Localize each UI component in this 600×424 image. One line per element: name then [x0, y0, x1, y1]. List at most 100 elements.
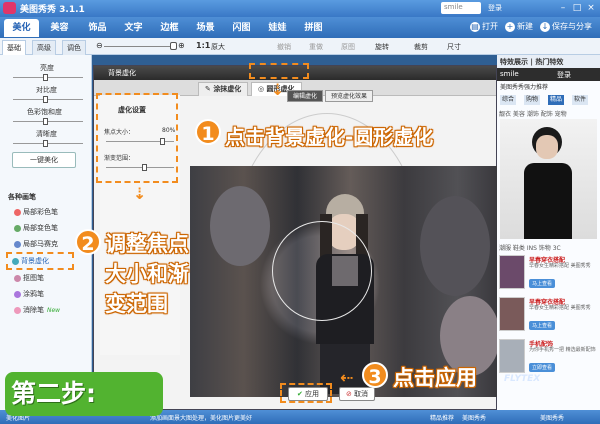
category-row[interactable]: 靓衣 美容 潮饰 配饰 宠物 — [499, 109, 567, 118]
save-share-button[interactable]: ↓ 保存与分享 — [540, 21, 592, 32]
effects-panel: 特效展示 | 热门特效 smile 登录 美图秀秀强力推荐 综合 购物 精品 软… — [497, 55, 600, 410]
close-icon[interactable]: × — [584, 2, 598, 14]
original-size-button[interactable]: 原大 — [211, 42, 225, 52]
highlight-blur-settings — [96, 93, 178, 183]
tab-text[interactable]: 文字 — [116, 19, 151, 37]
status-hint: 添加画面景大图处理，美化图片更美好 — [150, 415, 253, 422]
plus-icon: + — [505, 22, 515, 32]
reset-button[interactable]: 原图 — [341, 42, 355, 52]
recommend-user[interactable]: smile — [500, 70, 519, 78]
brush-label: 局部变色笔 — [23, 224, 58, 232]
new-badge: New — [47, 307, 61, 314]
arrow-down-icon: ⇣ — [271, 80, 285, 99]
promo-button[interactable]: 立即查看 — [529, 363, 556, 372]
tab-accessories[interactable]: 饰品 — [80, 19, 115, 37]
user-badge[interactable]: smile — [441, 2, 481, 14]
brush-mosaic[interactable]: 局部马赛克 — [14, 239, 58, 250]
login-link[interactable]: 登录 — [488, 3, 502, 13]
tab-shopping[interactable]: 购物 — [524, 95, 541, 105]
promo-button[interactable]: 马上查看 — [529, 279, 556, 288]
tab-scene[interactable]: 场景 — [188, 19, 223, 37]
tab-preview-blur[interactable]: 预览虚化效果 — [325, 90, 374, 102]
maximize-icon[interactable]: □ — [570, 2, 584, 14]
promo-card[interactable]: 早春穿衣搭配 早春女生精彩搭配 美图秀秀 马上查看 — [499, 297, 598, 333]
rotate-button[interactable]: 旋转 — [375, 42, 389, 52]
tab-smear-blur[interactable]: ✎ 涂抹虚化 — [198, 82, 249, 96]
highlight-apply-button — [280, 383, 332, 403]
main-toolbar: 美化 美容 饰品 文字 边框 场景 闪图 娃娃 拼图 ▤ 打开 + 新建 ↓ 保存与分… — [0, 17, 600, 38]
brush-local-color[interactable]: 局部彩色笔 — [14, 207, 58, 218]
status-app1[interactable]: 美图秀秀 — [462, 413, 486, 422]
step2-line2: 大小和渐 — [105, 262, 189, 286]
effects-header[interactable]: 特效展示 | 热门特效 — [497, 55, 600, 68]
contrast-slider[interactable] — [13, 96, 83, 103]
tab-overall[interactable]: 综合 — [500, 95, 517, 105]
cancel-button[interactable]: ⊘ 取消 — [339, 387, 375, 401]
cancel-label: 取消 — [354, 390, 369, 398]
tab-edit-blur[interactable]: 编辑虚化 — [287, 90, 324, 102]
tab-doll[interactable]: 娃娃 — [260, 19, 295, 37]
focus-circle[interactable] — [272, 221, 372, 321]
tab-border[interactable]: 边框 — [152, 19, 187, 37]
crop-button[interactable]: 裁剪 — [414, 42, 428, 52]
promo-button[interactable]: 马上查看 — [529, 321, 556, 330]
promo-thumb — [499, 297, 525, 331]
tab-basic[interactable]: 基础 — [2, 40, 26, 55]
recommend-title: 美图秀秀强力推荐 — [500, 84, 549, 91]
brush-eraser[interactable]: 消除笔 New — [14, 305, 60, 316]
sharpness-slider[interactable] — [13, 140, 83, 147]
brightness-slider[interactable] — [13, 74, 83, 81]
open-button[interactable]: ▤ 打开 — [470, 21, 498, 32]
tab-advanced[interactable]: 高级 — [32, 40, 56, 55]
open-label: 打开 — [482, 22, 498, 31]
tab-color[interactable]: 调色 — [62, 40, 86, 55]
minimize-icon[interactable]: – — [556, 2, 570, 14]
bg-blur-shape — [210, 186, 270, 266]
bg-blur-shape — [420, 196, 490, 296]
brush-label: 抠图笔 — [23, 274, 44, 282]
title-bar: 美图秀秀 3.1.1 smile 登录 – □ × — [0, 0, 600, 17]
recommend-login[interactable]: 登录 — [557, 70, 571, 80]
tab-boutique[interactable]: 精品 — [548, 95, 565, 105]
brush-label: 消除笔 — [23, 306, 44, 314]
step-number-2: 2 — [75, 229, 101, 255]
step-label: 第二步: — [5, 372, 163, 416]
tab-beautify[interactable]: 美化 — [4, 19, 39, 37]
zoom-ratio[interactable]: 1:1 — [196, 41, 210, 50]
tab-collage[interactable]: 拼图 — [296, 19, 331, 37]
tab-face[interactable]: 美容 — [42, 19, 77, 37]
zoom-out-icon[interactable]: ⊖ — [96, 41, 103, 50]
tab-flash[interactable]: 闪图 — [224, 19, 259, 37]
zoom-in-icon[interactable]: ⊕ — [178, 41, 185, 50]
contrast-label: 对比度 — [36, 86, 57, 94]
save-icon: ↓ — [540, 22, 550, 32]
new-button[interactable]: + 新建 — [505, 21, 533, 32]
arrow-left-icon: ⇠ — [340, 368, 354, 387]
status-quality[interactable]: 精品推荐 — [430, 413, 454, 422]
redo-button[interactable]: 重做 — [309, 42, 323, 52]
smear-icon: ✎ — [205, 85, 211, 93]
one-key-label: 一键美化 — [30, 156, 58, 164]
tab-software[interactable]: 软件 — [572, 95, 589, 105]
app-title: 美图秀秀 3.1.1 — [20, 5, 85, 15]
brush-doodle[interactable]: 涂鸦笔 — [14, 289, 44, 300]
size-button[interactable]: 尺寸 — [447, 42, 461, 52]
brush-local-recolor[interactable]: 局部变色笔 — [14, 223, 58, 234]
model-image[interactable] — [500, 119, 597, 239]
undo-button[interactable]: 撤销 — [277, 42, 291, 52]
promo-card[interactable]: 手机配饰 为你手机秀一把 精选最新配饰 立即查看 — [499, 339, 598, 375]
dialog-title: 背景虚化 — [108, 69, 136, 77]
zoom-knob[interactable] — [170, 42, 177, 50]
one-key-beautify-button[interactable]: 一键美化 — [12, 152, 76, 168]
step1-text: 点击背景虚化-圆形虚化 — [225, 125, 434, 149]
saturation-slider[interactable] — [13, 118, 83, 125]
brush-label: 局部马赛克 — [23, 240, 58, 248]
category-row-2[interactable]: 潮服 鞋类 INS 饰物 3C — [499, 243, 561, 252]
promo-desc: 早春女生精彩搭配 美图秀秀 — [529, 305, 591, 311]
promo-card[interactable]: 早春穿衣搭配 早春女生精彩搭配 美图秀秀 马上查看 — [499, 255, 598, 291]
zoom-slider[interactable]: ⊖ ⊕ — [96, 41, 186, 51]
status-app2[interactable]: 美图秀秀 — [540, 413, 564, 422]
cutout-icon — [14, 274, 21, 282]
brush-cutout[interactable]: 抠图笔 — [14, 273, 44, 284]
step-number-1: 1 — [195, 119, 221, 145]
